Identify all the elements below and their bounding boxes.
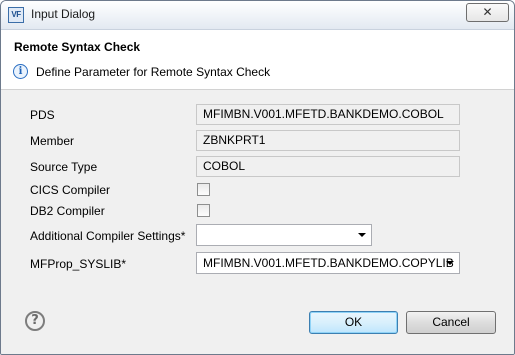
source-type-label: Source Type [30,160,98,174]
cics-compiler-label: CICS Compiler [30,183,111,197]
db2-compiler-label: DB2 Compiler [30,204,105,218]
syslib-combo[interactable]: MFIMBN.V001.MFETD.BANKDEMO.COPYLIB [196,252,460,274]
member-label: Member [30,134,75,148]
db2-compiler-checkbox[interactable] [197,204,210,217]
app-icon: VF [8,7,24,23]
pds-label: PDS [30,108,55,122]
info-icon: i [13,64,28,79]
ok-button[interactable]: OK [309,311,398,334]
chevron-down-icon[interactable] [446,261,454,265]
chevron-down-icon[interactable] [358,233,366,237]
additional-settings-label: Additional Compiler Settings* [30,229,186,243]
source-type-field: COBOL [196,156,460,177]
help-icon[interactable]: ? [25,311,45,331]
dialog-header: Remote Syntax Check i Define Parameter f… [1,30,514,90]
syslib-label: MFProp_SYSLIB* [30,257,127,271]
window-title: Input Dialog [31,7,96,21]
input-dialog: VF Input Dialog ✕ Remote Syntax Check i … [0,0,515,355]
close-button[interactable]: ✕ [466,3,509,22]
title-bar[interactable]: VF Input Dialog ✕ [1,1,514,30]
member-field: ZBNKPRT1 [196,130,460,151]
cics-compiler-checkbox[interactable] [197,183,210,196]
cancel-button[interactable]: Cancel [406,311,496,334]
pds-field: MFIMBN.V001.MFETD.BANKDEMO.COBOL [196,104,460,125]
additional-settings-combo[interactable] [196,224,372,246]
syslib-value: MFIMBN.V001.MFETD.BANKDEMO.COPYLIB [203,256,454,270]
dialog-title: Remote Syntax Check [14,40,141,54]
close-icon: ✕ [482,5,493,19]
dialog-message: Define Parameter for Remote Syntax Check [36,65,271,79]
